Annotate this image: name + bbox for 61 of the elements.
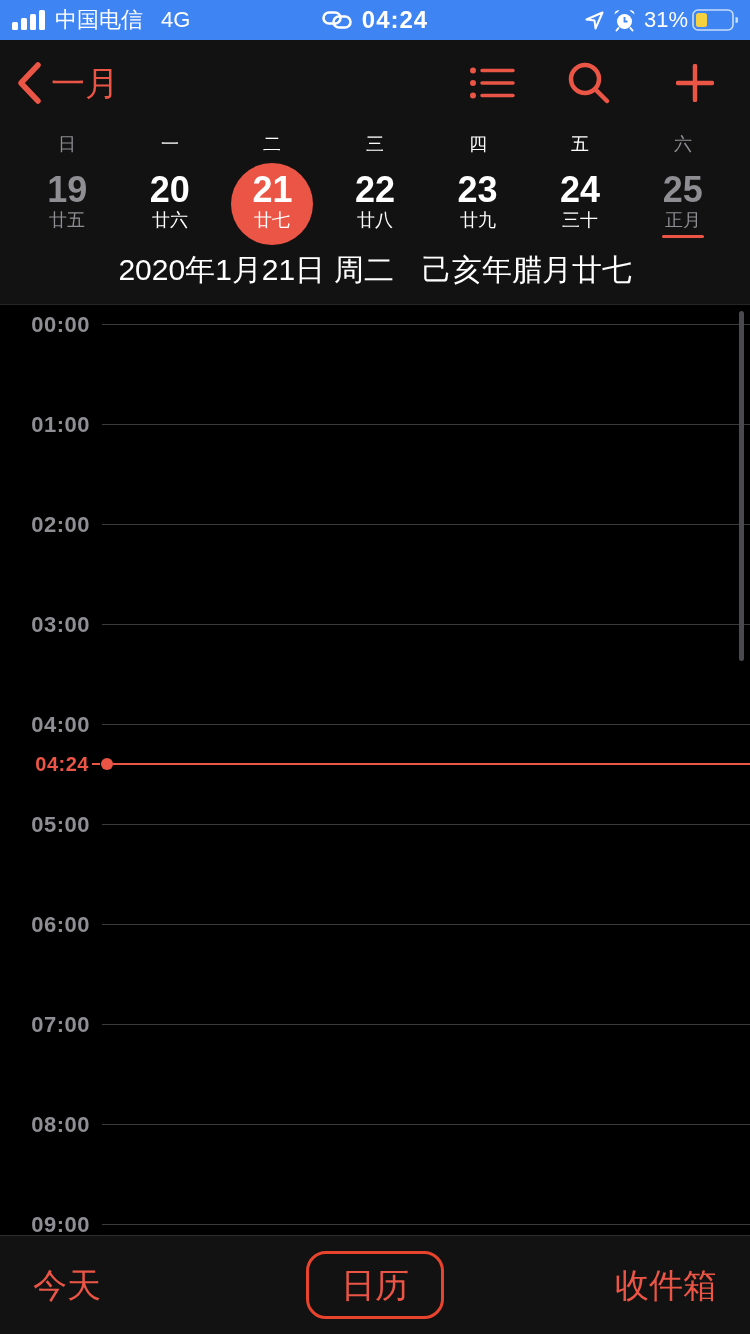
hour-label: 01:00 [30, 411, 90, 439]
day-number: 19 [47, 171, 88, 209]
day-number: 24 [560, 171, 601, 209]
hour-label: 03:00 [30, 611, 90, 639]
carrier-name: 中国电信 [55, 7, 143, 33]
plus-icon [676, 64, 714, 102]
day-cell[interactable]: 22 廿八 [334, 163, 416, 245]
weekday-label: 六 [673, 133, 692, 155]
hour-label: 05:00 [30, 811, 90, 839]
toolbar-button[interactable]: 日历 [306, 1251, 444, 1319]
lunar-date: 正月 [664, 209, 701, 231]
lunar-date: 廿六 [151, 209, 188, 231]
list-icon [469, 67, 515, 99]
day-cell[interactable]: 20 廿六 [128, 163, 211, 245]
weekday-label: 四 [468, 133, 487, 155]
add-button[interactable] [676, 64, 714, 102]
lunar-full-date: 己亥年腊月廿七 [421, 252, 632, 288]
hour-label: 04:00 [30, 711, 90, 739]
lunar-date: 廿八 [357, 209, 393, 231]
toolbar-button[interactable]: 今天 [33, 1265, 101, 1305]
network-type: 4G [161, 7, 191, 33]
search-icon [568, 62, 610, 104]
day-number: 22 [354, 171, 395, 209]
chevron-left-icon [16, 62, 42, 104]
weekday-label: 日 [58, 133, 77, 155]
weekday-label: 五 [571, 133, 590, 155]
search-button[interactable] [568, 62, 610, 104]
status-time: 04:24 [361, 6, 429, 34]
day-cell[interactable]: 25 正月 [641, 163, 724, 245]
location-arrow-icon [584, 10, 604, 30]
day-cell[interactable]: 21 廿七 [231, 163, 314, 245]
lunar-date: 廿七 [254, 209, 291, 231]
day-cell[interactable]: 23 廿九 [436, 163, 519, 245]
hour-label: 00:00 [30, 311, 90, 339]
day-number: 20 [149, 171, 190, 209]
day-cell[interactable]: 24 三十 [539, 163, 622, 245]
lunar-date: 廿九 [459, 209, 496, 231]
hour-label: 07:00 [30, 1011, 90, 1039]
signal-icon [12, 10, 46, 30]
toolbar-button[interactable]: 收件箱 [615, 1265, 717, 1305]
day-cell[interactable]: 19 廿五 [26, 163, 109, 245]
hour-label: 02:00 [30, 511, 90, 539]
weekday-label: 二 [263, 133, 282, 155]
hour-label: 09:00 [30, 1211, 90, 1235]
alarm-clock-icon [612, 8, 636, 32]
lunar-date: 廿五 [49, 209, 86, 231]
day-number: 25 [662, 171, 703, 209]
back-label: 一月 [51, 63, 119, 103]
battery-percent: 31% [643, 7, 688, 33]
hour-label: 08:00 [30, 1111, 90, 1139]
weekday-label: 一 [160, 133, 179, 155]
hour-label: 06:00 [30, 911, 90, 939]
gregorian-date: 2020年1月21日 周二 [118, 252, 394, 288]
battery-icon [692, 9, 738, 31]
current-time-label: 04:24 [34, 752, 89, 776]
day-number: 23 [457, 171, 498, 209]
day-number: 21 [252, 171, 293, 209]
weekday-label: 三 [366, 133, 384, 155]
back-button[interactable]: 一月 [16, 62, 119, 104]
lunar-date: 三十 [562, 209, 599, 231]
link-icon [321, 11, 352, 29]
